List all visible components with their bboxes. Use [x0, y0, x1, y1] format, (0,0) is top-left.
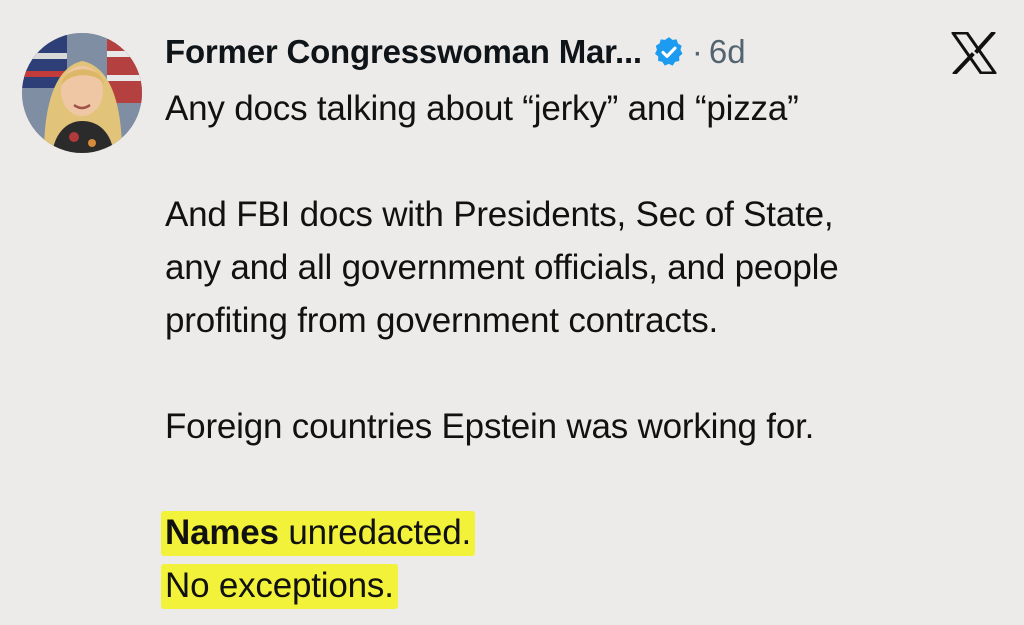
- timestamp[interactable]: 6d: [709, 33, 746, 71]
- text-line: Foreign countries Epstein was working fo…: [165, 407, 815, 446]
- text-line: profiting from government contracts.: [165, 301, 719, 340]
- highlight-mark: No exceptions.: [161, 564, 398, 609]
- tweet-header: Former Congresswoman Mar... · 6d: [165, 30, 746, 74]
- text-line: any and all government officials, and pe…: [165, 248, 839, 287]
- avatar[interactable]: [22, 33, 142, 153]
- tweet-text: Any docs talking about “jerky” and “pizz…: [161, 82, 1005, 612]
- highlighted-line: Names unredacted.: [161, 506, 1005, 559]
- highlighted-text: unredacted.: [278, 513, 471, 552]
- tweet-card: Former Congresswoman Mar... · 6d Any doc…: [0, 0, 1024, 625]
- separator-dot: ·: [691, 33, 703, 70]
- bold-word: Names: [165, 513, 279, 552]
- verified-badge-icon: [652, 35, 686, 69]
- text-line: And FBI docs with Presidents, Sec of Sta…: [165, 195, 834, 234]
- line-break: [165, 135, 1005, 188]
- highlighted-line: No exceptions.: [161, 559, 1005, 612]
- highlight-mark: Names unredacted.: [161, 511, 475, 556]
- author-name[interactable]: Former Congresswoman Mar...: [165, 33, 642, 71]
- line-break: [165, 347, 1005, 400]
- line-break: [165, 453, 1005, 506]
- avatar-photo: [22, 33, 142, 153]
- text-line: Any docs talking about “jerky” and “pizz…: [165, 89, 799, 128]
- x-logo-icon[interactable]: [950, 32, 998, 74]
